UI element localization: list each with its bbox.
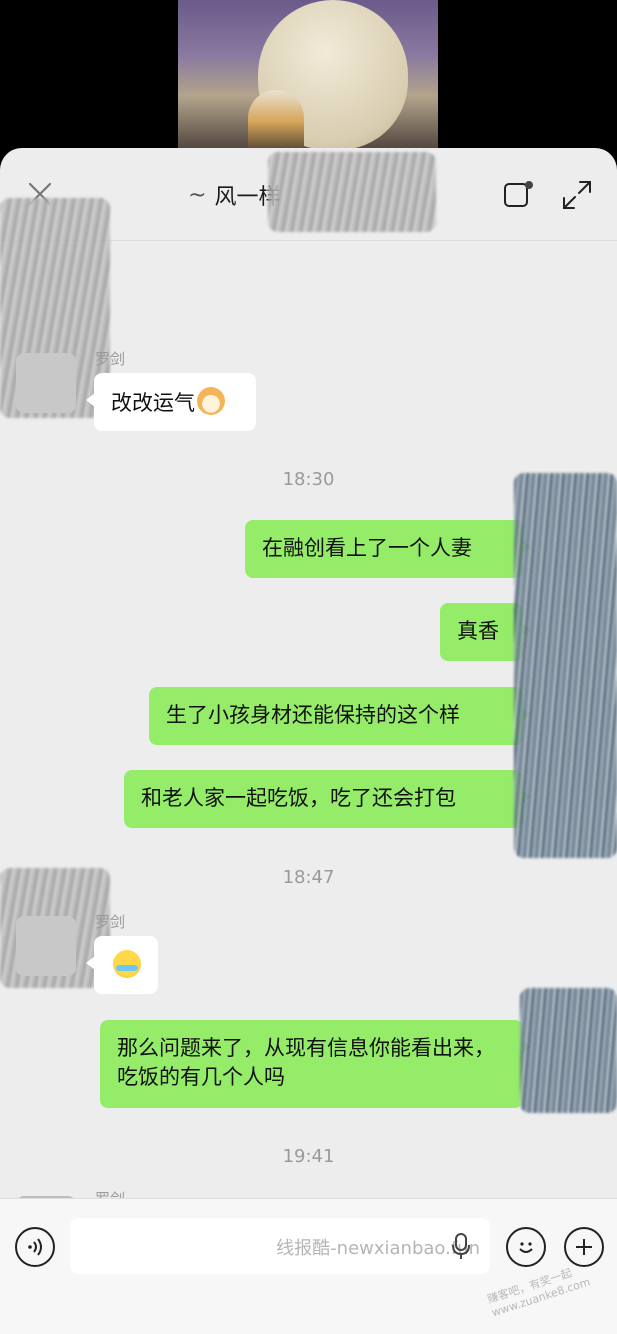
redaction-right-avatar-2 (520, 988, 617, 1113)
sender-name: 罗剑 (95, 350, 126, 368)
watermark-stamp: 赚客吧，有奖一起 www.zuanke8.com (486, 1257, 614, 1334)
message-bubble-sent[interactable]: 生了小孩身材还能保持的这个样 (149, 687, 531, 745)
redaction-title (268, 152, 436, 232)
message-text: 改改运气 (111, 391, 195, 415)
avatar[interactable] (16, 916, 76, 976)
background-photo-strip (0, 0, 617, 160)
voice-icon (28, 1238, 42, 1256)
voice-button[interactable] (15, 1227, 55, 1267)
crying-emoji-icon (113, 950, 141, 978)
message-bubble-sent[interactable]: 那么问题来了，从现有信息你能看出来，吃饭的有几个人吗 (100, 1020, 531, 1108)
message-text: 在融创看上了一个人妻 (262, 536, 472, 560)
expand-icon[interactable] (560, 178, 594, 212)
emoji-button[interactable] (506, 1227, 546, 1267)
message-text: 生了小孩身材还能保持的这个样 (166, 703, 460, 727)
title-prefix: ~ (188, 182, 207, 208)
message-text: 真香 (457, 619, 499, 643)
doge-emoji-icon (197, 387, 225, 415)
message-text: 和老人家一起吃饭，吃了还会打包 (141, 786, 456, 810)
message-bubble-sent[interactable]: 在融创看上了一个人妻 (245, 520, 531, 578)
message-text: 那么问题来了，从现有信息你能看出来，吃饭的有几个人吗 (117, 1036, 495, 1089)
message-bubble-received[interactable] (86, 936, 158, 994)
message-bubble-received[interactable]: 改改运气 (86, 373, 256, 431)
message-input[interactable]: 线报酷-newxianbao.fun (70, 1218, 490, 1274)
float-window-icon[interactable] (502, 180, 536, 210)
chat-sheet: ~ 风一样 罗剑 改改运气 18:30 在融创看上了一个人妻 真香 生了小孩身材… (0, 148, 617, 1334)
plus-icon (576, 1239, 592, 1255)
sender-name: 罗剑 (95, 913, 126, 931)
message-bubble-sent[interactable]: 真香 (440, 603, 531, 661)
redaction-right-avatar (514, 473, 617, 858)
emoji-icon (519, 1242, 533, 1253)
background-photo (178, 0, 438, 160)
mic-icon[interactable] (450, 1232, 472, 1260)
chat-title: ~ 风一样 (188, 180, 280, 211)
timestamp: 19:41 (282, 1146, 335, 1167)
avatar[interactable] (16, 353, 76, 413)
message-bubble-sent[interactable]: 和老人家一起吃饭，吃了还会打包 (124, 770, 531, 828)
input-bar: 线报酷-newxianbao.fun 赚客吧，有奖一起 www.zuanke8.… (0, 1198, 617, 1334)
